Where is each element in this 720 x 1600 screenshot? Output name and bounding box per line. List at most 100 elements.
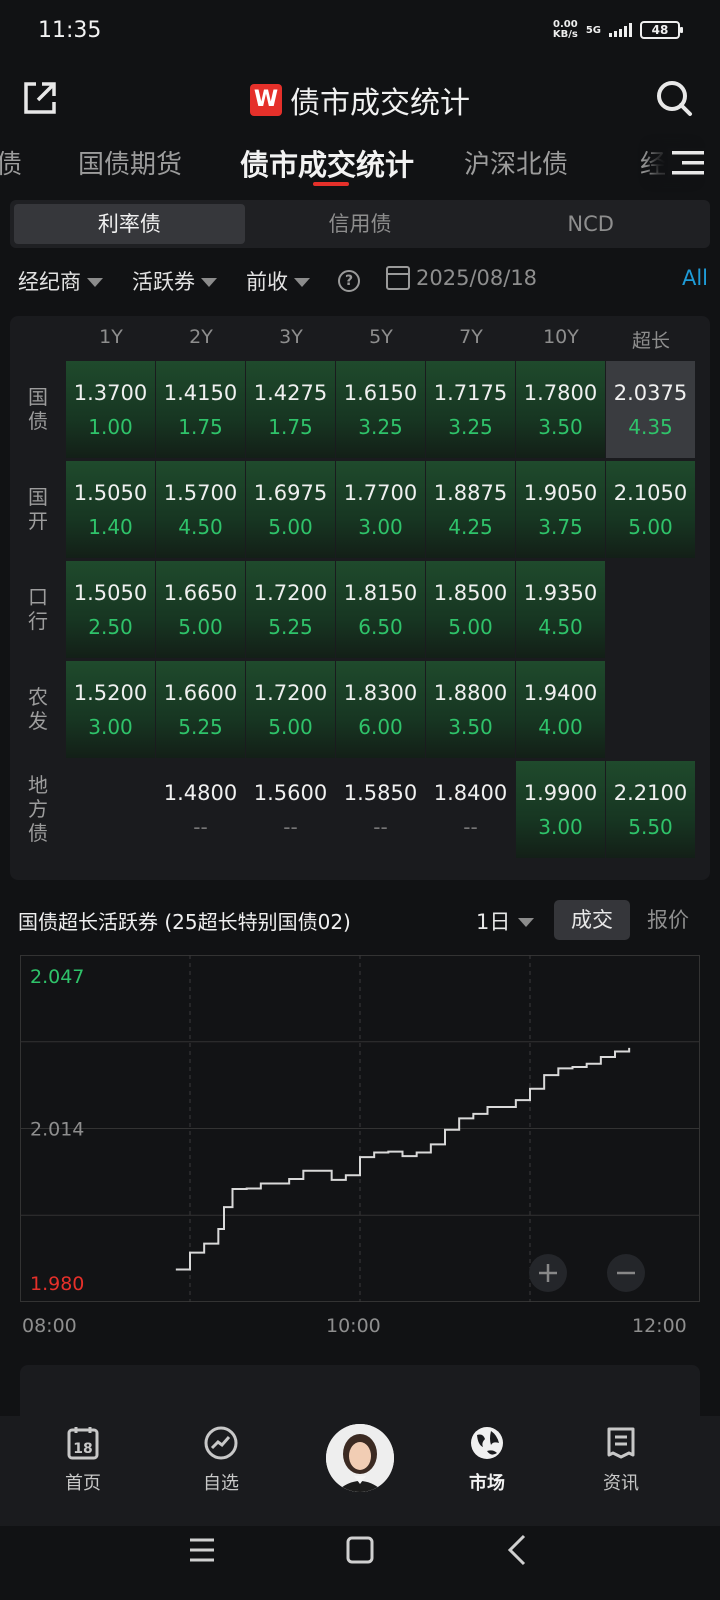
y-tick-label: 2.047 (30, 966, 84, 988)
nav-watchlist[interactable]: 自选 (176, 1425, 266, 1495)
yield-cell[interactable]: 1.9050 3.75 (516, 461, 605, 558)
yield-cell[interactable]: 1.7800 3.50 (516, 361, 605, 458)
x-tick-label: 08:00 (22, 1315, 77, 1337)
yield-cell[interactable]: 1.5600 -- (246, 761, 335, 858)
volume-value: 6.00 (358, 715, 403, 739)
yield-cell[interactable]: 1.6650 5.00 (156, 561, 245, 658)
yield-value: 1.5700 (163, 481, 238, 505)
yield-cell[interactable]: 1.8500 5.00 (426, 561, 515, 658)
yield-cell[interactable]: 1.9400 4.00 (516, 661, 605, 758)
zoom-in-button[interactable] (529, 1254, 567, 1292)
nav-market[interactable]: 市场 (442, 1425, 532, 1495)
all-link[interactable]: All (682, 266, 708, 290)
help-button[interactable]: ? (338, 270, 360, 292)
yield-cell[interactable]: 2.1050 5.00 (606, 461, 695, 558)
volume-value: 5.00 (628, 515, 673, 539)
yield-value: 1.9900 (523, 781, 598, 805)
yield-cell[interactable]: 1.9350 4.50 (516, 561, 605, 658)
tab-sz-sh-bj-bonds[interactable]: 沪深北债 (464, 144, 568, 181)
back-icon[interactable] (498, 1530, 538, 1570)
yield-value: 1.4800 (163, 781, 238, 805)
segment-ncd[interactable]: NCD (475, 204, 706, 244)
yield-cell[interactable]: 1.5050 1.40 (66, 461, 155, 558)
yield-cell[interactable]: 1.7700 3.00 (336, 461, 425, 558)
yield-cell[interactable]: 1.8300 6.00 (336, 661, 425, 758)
search-icon[interactable] (654, 78, 694, 118)
yield-value: 1.4275 (253, 381, 328, 405)
tab-bond[interactable]: 债 (0, 144, 22, 181)
yield-cell[interactable]: 1.7175 3.25 (426, 361, 515, 458)
tab-treasury-futures[interactable]: 国债期货 (78, 144, 182, 181)
yield-cell[interactable]: 1.9900 3.00 (516, 761, 605, 858)
filter-row: 经纪商 活跃券 前收 ? 2025/08/18 All (18, 266, 708, 300)
prev-close-label: 前收 (246, 270, 288, 294)
yield-cell[interactable]: 1.6600 5.25 (156, 661, 245, 758)
column-header: 超长 (631, 330, 670, 352)
yield-value: 1.8150 (343, 581, 418, 605)
yield-cell[interactable]: 1.7200 5.25 (246, 561, 335, 658)
volume-value: 5.00 (178, 615, 223, 639)
yield-cell[interactable]: 1.4275 1.75 (246, 361, 335, 458)
yield-cell[interactable]: 1.5850 -- (336, 761, 425, 858)
yield-value: 1.8800 (433, 681, 508, 705)
yield-cell[interactable]: 1.5050 2.50 (66, 561, 155, 658)
yield-cell[interactable]: 1.6150 3.25 (336, 361, 425, 458)
yield-cell[interactable]: 1.4800 -- (156, 761, 245, 858)
calendar-badge: 18 (73, 1441, 92, 1457)
yield-cell[interactable]: 1.5700 4.50 (156, 461, 245, 558)
active-bond-label: 活跃券 (132, 270, 195, 294)
yield-cell[interactable]: 1.8875 4.25 (426, 461, 515, 558)
volume-value: -- (193, 815, 208, 839)
nav-watchlist-label: 自选 (203, 1473, 239, 1494)
y-tick-label: 2.014 (30, 1119, 84, 1141)
volume-value: 5.25 (178, 715, 223, 739)
yield-cell[interactable]: 1.7200 5.00 (246, 661, 335, 758)
yield-cell[interactable]: 1.5200 3.00 (66, 661, 155, 758)
volume-value: 3.75 (538, 515, 583, 539)
yield-value: 1.6150 (343, 381, 418, 405)
column-header: 3Y (279, 326, 303, 348)
tab-quotes[interactable]: 报价 (630, 900, 706, 940)
yield-cell[interactable]: 2.2100 5.50 (606, 761, 695, 858)
row-header: 国 债 (28, 385, 48, 433)
yield-cell[interactable]: 2.0375 4.35 (606, 361, 695, 458)
yield-cell[interactable]: 1.4150 1.75 (156, 361, 245, 458)
price-chart[interactable]: 2.047 2.014 1.980 (20, 955, 700, 1302)
tab-economy[interactable]: 经 (640, 144, 666, 181)
w-logo-icon: W (250, 84, 282, 116)
net-speed: 0.00 KB/s (553, 20, 578, 40)
yield-value: 1.9050 (523, 481, 598, 505)
yield-cell[interactable]: 1.8150 6.50 (336, 561, 425, 658)
period-dropdown[interactable]: 1日 (476, 906, 535, 936)
yield-cell[interactable]: 1.6975 5.00 (246, 461, 335, 558)
news-icon (607, 1427, 635, 1459)
volume-value: 4.00 (538, 715, 583, 739)
volume-value: 6.50 (358, 615, 403, 639)
avatar[interactable] (326, 1424, 394, 1492)
tab-bar: 债 国债期货 债市成交统计 沪深北债 经 (0, 140, 720, 190)
yield-cell[interactable]: 1.8400 -- (426, 761, 515, 858)
caret-down-icon (201, 277, 217, 287)
broker-dropdown[interactable]: 经纪商 (18, 266, 103, 296)
home-icon[interactable] (340, 1530, 380, 1570)
yield-cell[interactable]: 1.8800 3.50 (426, 661, 515, 758)
nav-home[interactable]: 18 首页 (38, 1425, 128, 1495)
segment-rate-bond[interactable]: 利率债 (14, 204, 245, 244)
row-header: 农 发 (28, 685, 48, 733)
date-picker[interactable]: 2025/08/18 (386, 266, 537, 290)
yield-value: 2.1050 (613, 481, 688, 505)
volume-value: 3.00 (88, 715, 133, 739)
recent-apps-icon[interactable] (182, 1530, 222, 1570)
zoom-out-button[interactable] (607, 1254, 645, 1292)
menu-icon[interactable] (668, 148, 708, 178)
prev-close-dropdown[interactable]: 前收 (246, 266, 310, 296)
tab-trades[interactable]: 成交 (554, 900, 630, 940)
nav-news[interactable]: 资讯 (576, 1425, 666, 1495)
tab-bond-trade-stats[interactable]: 债市成交统计 (240, 142, 414, 184)
segment-credit-bond[interactable]: 信用债 (245, 204, 476, 244)
yield-cell[interactable]: 1.3700 1.00 (66, 361, 155, 458)
header-title: W 债市成交统计 (0, 78, 720, 122)
active-bond-dropdown[interactable]: 活跃券 (132, 266, 217, 296)
yield-value: 1.9400 (523, 681, 598, 705)
volume-value: 3.25 (358, 415, 403, 439)
